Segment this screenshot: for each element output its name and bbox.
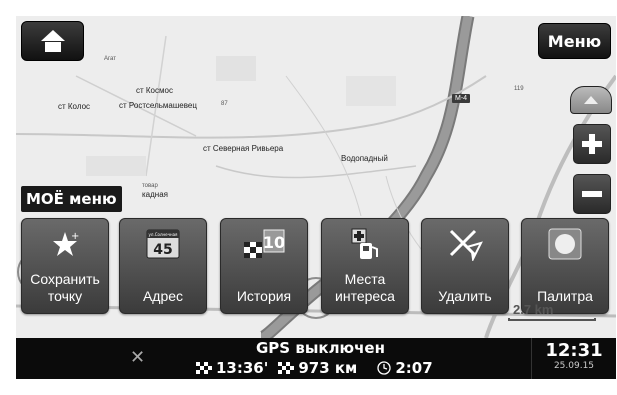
svg-text:+: +: [71, 231, 79, 242]
checkered-flag-icon: [196, 362, 212, 374]
clock-time: 12:31: [545, 340, 603, 361]
tilt-up-button[interactable]: [570, 86, 612, 114]
my-menu-title: МОЁ меню: [21, 186, 122, 212]
home-icon: [40, 30, 65, 52]
clock-date: 25.09.15: [553, 361, 595, 371]
map-label-kolos: ст Колос: [58, 102, 91, 111]
home-button[interactable]: [21, 21, 84, 61]
history-number: 10: [263, 233, 285, 252]
palette-icon: [548, 228, 582, 260]
history-icon: 10: [244, 229, 285, 258]
history-button[interactable]: 10 История: [220, 218, 308, 314]
map-label-119: 119: [514, 86, 524, 92]
map-scale-label: 2.7 km: [513, 302, 554, 317]
chevron-up-icon: [584, 96, 598, 104]
address-sign-number: 45: [153, 242, 172, 258]
tile-label: Адрес: [142, 288, 184, 304]
remaining-duration: 2:07: [395, 359, 433, 377]
zoom-in-button[interactable]: [573, 124, 611, 164]
checkered-flag-icon: [278, 362, 295, 374]
navigator-screen: Агат ст Космос ст Колос ст Ростсельмашев…: [16, 16, 616, 379]
minus-icon: [582, 191, 602, 197]
tile-label: Места интереса: [335, 271, 395, 304]
map-label-vodopadny: Водопадный: [341, 154, 388, 163]
plus-icon: [582, 134, 602, 154]
map-label-rostselmashevets: ст Ростсельмашевец: [119, 101, 197, 110]
remaining-distance: 973 км: [298, 359, 358, 377]
arrival-time: 13:36': [216, 359, 269, 377]
map-label-kadnaya: кадная: [142, 190, 168, 199]
status-bar: ✕ GPS выключен 13:36' 973 км 2:07 12:31 …: [16, 338, 616, 379]
map-label-agat: Агат: [104, 56, 117, 62]
map-label-87: 87: [221, 101, 228, 107]
map-label-kosmos: ст Космос: [136, 86, 173, 95]
save-point-icon: +: [53, 231, 79, 256]
address-sign-street: ул.Солнечная: [149, 232, 178, 237]
gps-status: GPS выключен: [256, 339, 385, 357]
clock: 12:31 25.09.15: [531, 338, 616, 379]
close-icon[interactable]: ✕: [130, 347, 145, 368]
delete-route-button[interactable]: Удалить: [421, 218, 509, 314]
tile-label: История: [236, 288, 292, 304]
address-sign-icon: ул.Солнечная 45: [146, 229, 180, 259]
address-button[interactable]: ул.Солнечная 45 Адрес: [119, 218, 207, 314]
tile-label: Удалить: [438, 288, 492, 304]
poi-button[interactable]: Места интереса: [321, 218, 409, 314]
tile-label: Сохранить точку: [30, 271, 100, 304]
save-point-button[interactable]: + Сохранить точку: [21, 218, 109, 314]
menu-button[interactable]: Меню: [538, 23, 611, 59]
palette-button[interactable]: Палитра: [521, 218, 609, 314]
zoom-out-button[interactable]: [573, 174, 611, 214]
road-shield-m4: М-4: [452, 94, 471, 103]
map-label-tovar: товар: [142, 183, 158, 189]
map-scale-bar: [508, 318, 596, 321]
map-label-riviera: ст Северная Ривьера: [203, 144, 284, 153]
poi-icon: [351, 228, 378, 259]
clock-icon: [377, 361, 391, 375]
navigator-device: Агат ст Космос ст Колос ст Ростсельмашев…: [16, 16, 616, 395]
trip-info[interactable]: 13:36' 973 км 2:07: [196, 359, 433, 377]
delete-route-icon: [449, 229, 483, 261]
